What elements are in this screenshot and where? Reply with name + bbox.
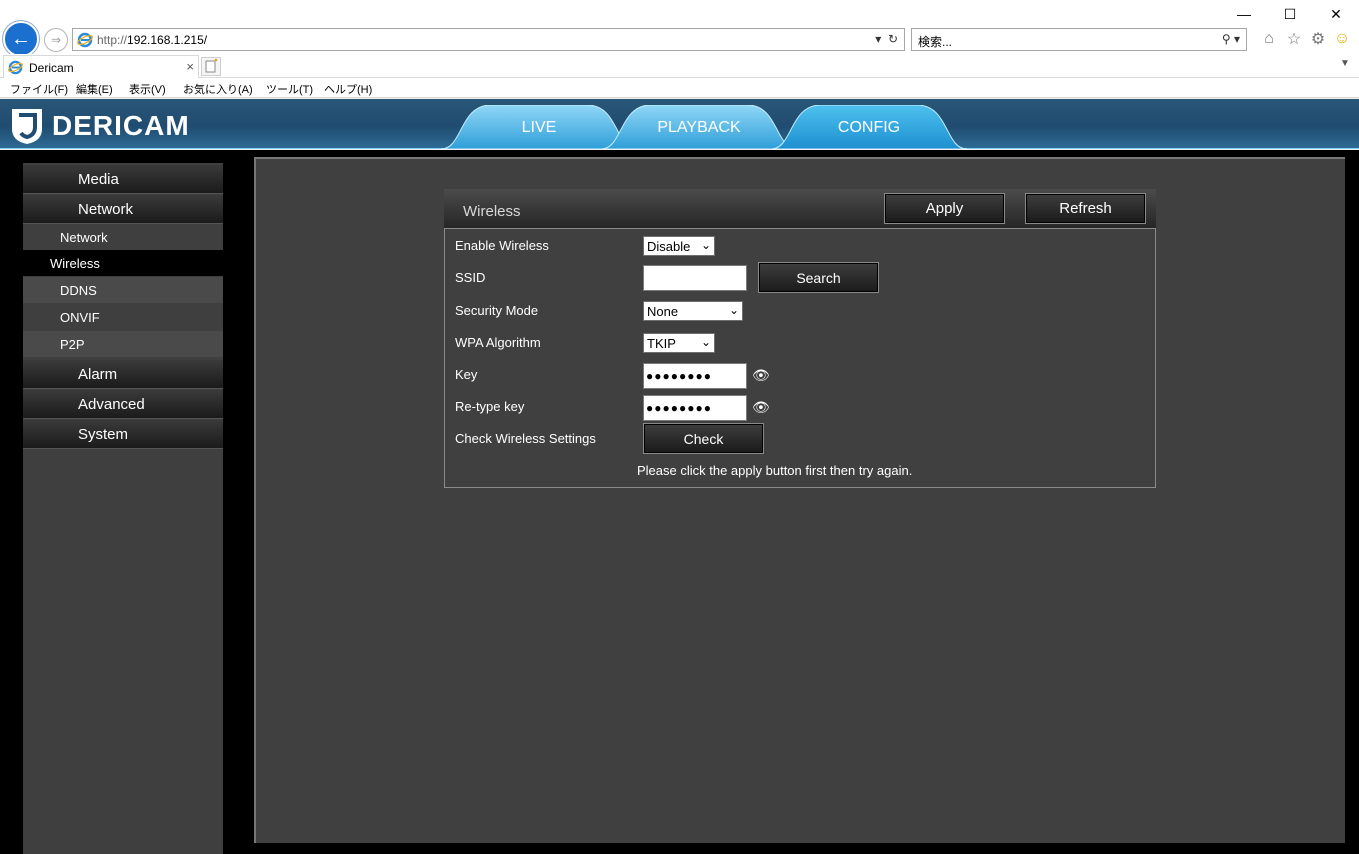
- wireless-title: Wireless: [463, 203, 521, 220]
- wpa-algorithm-value: TKIP: [647, 336, 676, 351]
- chevron-down-icon: ⌄: [728, 303, 739, 317]
- sidebar-section-label: Network: [78, 201, 134, 218]
- search-tools: ⚲ ▾: [1222, 32, 1240, 46]
- sidebar-item-label: Network: [60, 230, 108, 245]
- check-button[interactable]: Check: [643, 423, 764, 454]
- sidebar-section-label: Media: [78, 171, 119, 188]
- sidebar-item-ddns[interactable]: DDNS: [23, 277, 223, 303]
- dropdown-arrow-icon[interactable]: ▾: [1234, 32, 1240, 46]
- ssid-input[interactable]: [643, 265, 747, 291]
- arrow-right-icon: ⇒: [50, 33, 62, 47]
- apply-button[interactable]: Apply: [884, 193, 1005, 224]
- enable-wireless-label: Enable Wireless: [455, 238, 549, 253]
- key-value: ●●●●●●●●: [646, 369, 712, 383]
- security-mode-select[interactable]: None ⌄: [643, 301, 743, 321]
- tab-config-label: CONFIG: [837, 119, 901, 136]
- tab-scroll-down-icon[interactable]: ▼: [1340, 58, 1354, 72]
- search-button[interactable]: Search: [758, 262, 879, 293]
- apply-note: Please click the apply button first then…: [637, 463, 913, 478]
- retype-key-value: ●●●●●●●●: [646, 401, 712, 415]
- address-host: 192.168.1.215/: [127, 33, 208, 47]
- home-icon[interactable]: ⌂: [1258, 29, 1280, 49]
- tab-playback[interactable]: PLAYBACK: [601, 105, 797, 149]
- menu-bar: ファイル(F) 編集(E) 表示(V) お気に入り(A) ツール(T) ヘルプ(…: [0, 78, 1359, 98]
- ssid-label: SSID: [455, 270, 486, 285]
- menu-favorites[interactable]: お気に入り(A): [183, 81, 253, 97]
- sidebar-section-network[interactable]: Network: [23, 195, 223, 224]
- close-icon: ✕: [1330, 5, 1342, 22]
- gear-icon[interactable]: ⚙: [1307, 29, 1329, 49]
- minimize-icon: —: [1237, 6, 1251, 22]
- forward-button[interactable]: ⇒: [44, 28, 68, 52]
- eye-icon[interactable]: 👁: [752, 399, 770, 416]
- sidebar-section-label: System: [78, 426, 129, 443]
- maximize-icon: ☐: [1283, 5, 1297, 22]
- retype-key-input[interactable]: ●●●●●●●●: [643, 395, 747, 421]
- sidebar-item-label: ONVIF: [60, 310, 100, 325]
- smiley-feedback-icon[interactable]: ☺: [1331, 29, 1353, 49]
- tab-config[interactable]: CONFIG: [771, 105, 967, 149]
- tab-title: Dericam: [29, 61, 74, 75]
- arrow-left-icon: ←: [11, 27, 31, 50]
- search-icon[interactable]: ⚲: [1222, 32, 1231, 46]
- enable-wireless-select[interactable]: Disable ⌄: [643, 236, 715, 256]
- menu-edit[interactable]: 編集(E): [76, 81, 113, 97]
- sidebar-item-label: P2P: [60, 337, 85, 352]
- sidebar-section-label: Advanced: [78, 396, 145, 413]
- chevron-down-icon: ⌄: [700, 335, 711, 349]
- address-url: http://192.168.1.215/: [97, 33, 207, 47]
- wpa-algorithm-select[interactable]: TKIP ⌄: [643, 333, 715, 353]
- refresh-button[interactable]: Refresh: [1025, 193, 1146, 224]
- dropdown-arrow-icon[interactable]: ▾: [875, 32, 881, 46]
- menu-tools[interactable]: ツール(T): [266, 81, 313, 97]
- enable-wireless-value: Disable: [647, 239, 691, 254]
- sidebar-item-p2p[interactable]: P2P: [23, 331, 223, 357]
- security-mode-value: None: [647, 304, 679, 319]
- address-tools: ▾ ↻: [875, 32, 898, 46]
- back-button[interactable]: ←: [3, 21, 39, 57]
- ie-icon: [77, 32, 93, 48]
- menu-help[interactable]: ヘルプ(H): [324, 81, 372, 97]
- minimize-button[interactable]: —: [1221, 0, 1267, 28]
- sidebar-section-system[interactable]: System: [23, 420, 223, 449]
- retype-key-label: Re-type key: [455, 399, 525, 414]
- logo: DERICAM: [10, 106, 190, 146]
- menu-view[interactable]: 表示(V): [129, 81, 166, 97]
- sidebar-item-onvif[interactable]: ONVIF: [23, 304, 223, 330]
- browser-tab[interactable]: Dericam ×: [3, 55, 199, 78]
- key-label: Key: [455, 367, 478, 382]
- maximize-button[interactable]: ☐: [1267, 0, 1313, 28]
- check-wireless-label: Check Wireless Settings: [455, 431, 596, 446]
- window-titlebar: [0, 0, 1359, 26]
- sidebar-section-label: Alarm: [78, 366, 118, 383]
- search-placeholder: 検索...: [918, 35, 953, 49]
- address-proto: http://: [97, 33, 128, 47]
- logo-text: DERICAM: [52, 110, 190, 141]
- sidebar-section-media[interactable]: Media: [23, 165, 223, 194]
- refresh-icon[interactable]: ↻: [888, 32, 898, 46]
- address-bar[interactable]: http://192.168.1.215/ ▾ ↻: [72, 28, 905, 51]
- new-tab-icon: [205, 58, 218, 73]
- favorites-star-icon[interactable]: ☆: [1283, 29, 1305, 49]
- ie-icon: [8, 60, 23, 75]
- chevron-down-icon: ⌄: [700, 238, 711, 252]
- tab-close-icon[interactable]: ×: [186, 59, 194, 74]
- security-mode-label: Security Mode: [455, 303, 539, 318]
- menu-file[interactable]: ファイル(F): [10, 81, 68, 97]
- wpa-algorithm-label: WPA Algorithm: [455, 335, 541, 350]
- sidebar-item-network[interactable]: Network: [23, 224, 223, 250]
- tab-playback-label: PLAYBACK: [657, 119, 741, 136]
- sidebar-item-wireless[interactable]: Wireless: [23, 250, 223, 276]
- sidebar-section-alarm[interactable]: Alarm: [23, 360, 223, 389]
- sidebar: Media Network Network Wireless DDNS ONVI…: [23, 163, 223, 854]
- sidebar-item-label: Wireless: [50, 256, 100, 271]
- search-box[interactable]: 検索... ⚲ ▾: [911, 28, 1247, 51]
- dericam-shield-icon: [12, 109, 42, 144]
- close-window-button[interactable]: ✕: [1313, 0, 1359, 28]
- eye-icon[interactable]: 👁: [752, 367, 770, 384]
- key-input[interactable]: ●●●●●●●●: [643, 363, 747, 389]
- sidebar-item-label: DDNS: [60, 283, 97, 298]
- new-tab-button[interactable]: [201, 57, 221, 76]
- sidebar-section-advanced[interactable]: Advanced: [23, 390, 223, 419]
